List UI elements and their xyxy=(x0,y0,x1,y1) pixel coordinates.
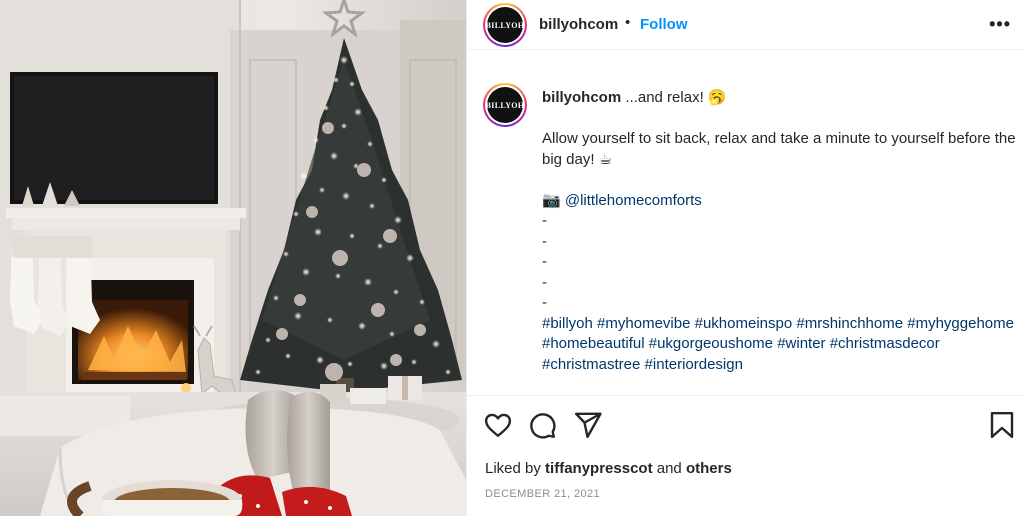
hashtags: #billyoh #myhomevibe #ukhomeinspo #mrshi… xyxy=(542,314,1020,376)
hashtag-link[interactable]: #ukgorgeoushome xyxy=(649,335,773,352)
caption-avatar-logo: BILLYOH xyxy=(486,87,524,123)
bookmark-icon[interactable] xyxy=(987,410,1017,440)
hashtag-link[interactable]: #interiordesign xyxy=(645,356,743,373)
caption-line-2: Allow yourself to sit back, relax and ta… xyxy=(542,130,1016,168)
caption-section: BILLYOH billyohcom ...and relax! 🥱 Allow… xyxy=(467,51,1024,396)
likes-summary: Liked by tiffanypresscot and others xyxy=(485,460,732,477)
likes-others-link[interactable]: others xyxy=(686,460,732,477)
caption-username[interactable]: billyohcom xyxy=(542,89,621,106)
more-options-icon[interactable]: ••• xyxy=(989,14,1011,35)
hashtag-link[interactable]: #winter xyxy=(777,335,825,352)
avatar-logo: BILLYOH xyxy=(486,7,524,43)
heart-icon[interactable] xyxy=(483,410,513,440)
hashtag-link[interactable]: #ukhomeinspo xyxy=(695,315,793,332)
post-header: BILLYOH billyohcom • Follow ••• xyxy=(467,0,1024,50)
caption-avatar[interactable]: BILLYOH xyxy=(483,83,527,127)
hashtag-link[interactable]: #myhomevibe xyxy=(597,315,690,332)
camera-icon: 📷 xyxy=(542,191,561,209)
hashtag-link[interactable]: #christmasdecor xyxy=(830,335,940,352)
likes-prefix: Liked by xyxy=(485,460,546,477)
christmas-living-room-image xyxy=(0,0,466,516)
dash-line: - xyxy=(542,212,547,229)
likes-middle: and xyxy=(652,460,686,477)
dash-line: - xyxy=(542,273,547,291)
mention-link[interactable]: @littlehomecomforts xyxy=(565,192,702,209)
hashtag-link[interactable]: #myhyggehome xyxy=(907,315,1014,332)
avatar[interactable]: BILLYOH xyxy=(483,3,527,47)
post-date[interactable]: DECEMBER 21, 2021 xyxy=(485,488,600,500)
hashtag-link[interactable]: #christmastree xyxy=(542,356,640,373)
post-panel: BILLYOH billyohcom • Follow ••• BILLYOH … xyxy=(466,0,1024,516)
post-photo[interactable] xyxy=(0,0,466,516)
caption-text: billyohcom ...and relax! 🥱 Allow yoursel… xyxy=(542,88,1020,375)
action-bar xyxy=(467,410,1024,444)
liked-by-user-link[interactable]: tiffanypresscot xyxy=(545,460,653,477)
header-username[interactable]: billyohcom xyxy=(539,16,618,33)
caption-first-line: ...and relax! 🥱 xyxy=(625,89,727,106)
paper-plane-icon[interactable] xyxy=(573,410,603,440)
dash-line: - xyxy=(542,232,547,250)
hashtag-link[interactable]: #billyoh xyxy=(542,315,593,332)
comment-icon[interactable] xyxy=(527,410,557,440)
hashtag-link[interactable]: #mrshinchhome xyxy=(796,315,903,332)
hashtag-link[interactable]: #homebeautiful xyxy=(542,335,645,352)
dash-line: - xyxy=(542,294,547,311)
dash-line: - xyxy=(542,253,547,270)
follow-button[interactable]: Follow xyxy=(640,16,688,33)
separator-dot: • xyxy=(625,14,631,31)
